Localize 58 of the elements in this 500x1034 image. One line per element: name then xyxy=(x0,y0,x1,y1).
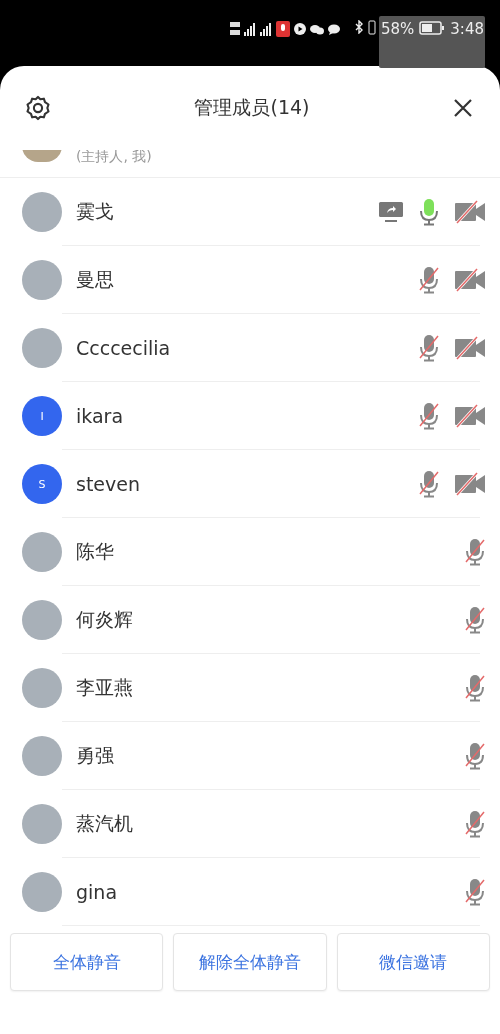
play-icon xyxy=(293,23,306,35)
hd-icon xyxy=(229,22,240,36)
camera-off-icon[interactable] xyxy=(454,472,486,496)
bluetooth-icon xyxy=(354,20,363,34)
video-thumbnail[interactable] xyxy=(379,16,485,68)
letter-avatar: I xyxy=(22,396,62,436)
muted-microphone-icon[interactable] xyxy=(464,538,486,566)
member-name: 蒸汽机 xyxy=(76,811,134,836)
muted-microphone-icon[interactable] xyxy=(418,334,440,362)
muted-microphone-icon[interactable] xyxy=(464,674,486,702)
action-button[interactable]: 解除全体静音 xyxy=(173,933,327,991)
microphone-icon[interactable] xyxy=(418,198,440,226)
battery-percent: 58% xyxy=(380,20,415,38)
muted-microphone-icon[interactable] xyxy=(418,266,440,294)
muted-microphone-icon[interactable] xyxy=(464,810,486,838)
clock: 3:48 xyxy=(450,20,484,38)
action-button[interactable]: 微信邀请 xyxy=(336,933,490,991)
action-button[interactable]: 全体静音 xyxy=(10,933,164,991)
microphone-icon xyxy=(275,21,290,37)
avatar-photo xyxy=(22,328,62,368)
battery-icon xyxy=(419,20,446,36)
letter-avatar: S xyxy=(22,464,62,504)
avatar-photo xyxy=(22,532,62,572)
member-name: steven xyxy=(76,473,141,495)
muted-microphone-icon[interactable] xyxy=(464,742,486,770)
muted-microphone-icon[interactable] xyxy=(464,878,486,906)
camera-off-icon[interactable] xyxy=(454,268,486,292)
member-name: 霙戈 xyxy=(76,199,115,224)
avatar-photo xyxy=(22,736,62,776)
muted-microphone-icon[interactable] xyxy=(418,402,440,430)
member-name: 何炎辉 xyxy=(76,607,134,632)
header-title: 管理成员(14) xyxy=(194,95,310,120)
signal-icon xyxy=(243,22,256,36)
camera-off-icon[interactable] xyxy=(454,200,486,224)
settings-icon[interactable] xyxy=(24,94,52,122)
member-name: 陈华 xyxy=(76,539,115,564)
avatar-photo xyxy=(22,192,62,232)
signal-icon xyxy=(259,22,272,36)
member-name: 曼思 xyxy=(76,267,115,292)
avatar-photo xyxy=(22,600,62,640)
avatar-photo xyxy=(22,150,62,162)
camera-off-icon[interactable] xyxy=(454,404,486,428)
camera-off-icon[interactable] xyxy=(454,336,486,360)
chat-icon xyxy=(309,23,324,35)
member-name: 李亚燕 xyxy=(76,675,134,700)
battery-icon xyxy=(367,20,376,35)
avatar-photo xyxy=(22,872,62,912)
message-icon xyxy=(327,23,340,35)
avatar-photo xyxy=(22,260,62,300)
muted-microphone-icon[interactable] xyxy=(418,470,440,498)
close-icon[interactable] xyxy=(452,97,474,119)
avatar-photo xyxy=(22,804,62,844)
member-name: ikara xyxy=(76,405,125,427)
member-name: Ccccecilia xyxy=(76,337,172,359)
member-name: gina xyxy=(76,881,119,903)
avatar-photo xyxy=(22,668,62,708)
member-name: 勇强 xyxy=(76,743,115,768)
muted-microphone-icon[interactable] xyxy=(464,606,486,634)
